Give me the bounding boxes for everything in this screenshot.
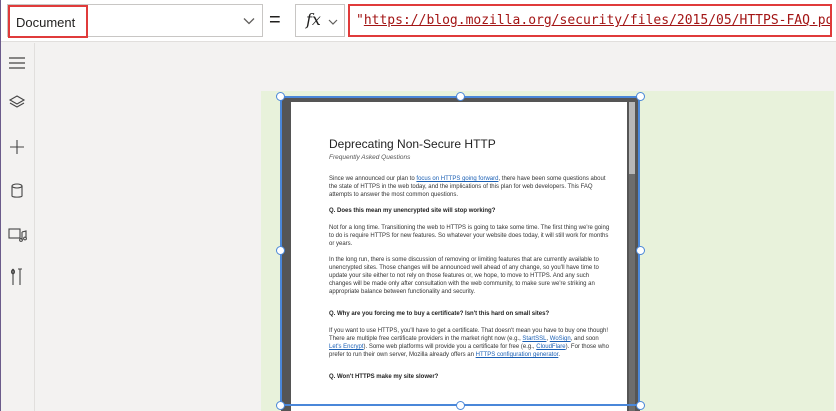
answer-1-p1: Not for a long time. Transitioning the w… [329,225,610,247]
fx-button[interactable]: fx [295,4,345,37]
document-subtitle: Frequently Asked Questions [329,154,411,161]
chevron-down-icon [243,18,255,25]
question-3: Q. Won't HTTPS make my site slower? [329,374,439,380]
resize-handle-left[interactable] [276,246,285,255]
question-1: Q. Does this mean my unencrypted site wi… [329,208,496,214]
cloudflare-link[interactable]: CloudFlare [536,344,565,350]
formula-bar: Document = fx "https://blog.mozilla.org/… [1,0,836,42]
pdf-scrollbar-thumb[interactable] [629,102,635,174]
pdf-page: Deprecating Non-Secure HTTP Frequently A… [291,102,627,411]
wosign-link[interactable]: WoSign [550,336,571,342]
resize-handle-bottom-right[interactable] [636,401,645,410]
focus-https-link[interactable]: focus on HTTPS going forward [416,176,498,182]
left-rail [1,43,35,411]
chevron-down-icon [328,19,338,25]
lets-encrypt-link[interactable]: Let's Encrypt [329,344,364,350]
question-2: Q. Why are you forcing me to buy a certi… [329,311,550,317]
layers-icon[interactable] [5,91,29,115]
formula-url: https://blog.mozilla.org/security/files/… [363,13,832,28]
fx-icon: fx [306,10,321,29]
answer-2-text-b: , and soon [570,336,599,342]
startssl-link[interactable]: StartSSL [522,336,546,342]
answer-1-p2: In the long run, there is some discussio… [329,257,599,295]
media-icon[interactable] [5,223,29,247]
data-icon[interactable] [5,179,29,203]
formula-open-quote: " [356,13,364,28]
resize-handle-bottom[interactable] [456,401,465,410]
tools-icon[interactable] [5,265,29,289]
plus-icon[interactable] [5,135,29,159]
answer-2-end: . [558,352,561,358]
canvas: Deprecating Non-Secure HTTP Frequently A… [36,43,836,411]
property-name: Document [8,5,88,38]
intro-paragraph: Since we announced our plan to focus on … [329,175,611,199]
resize-handle-top[interactable] [456,92,465,101]
pdf-viewer[interactable]: Deprecating Non-Secure HTTP Frequently A… [281,96,640,411]
equals-sign: = [269,9,281,31]
intro-text-a: Since we announced our plan to [329,176,417,182]
menu-icon[interactable] [5,51,29,75]
app-root: Document = fx "https://blog.mozilla.org/… [0,0,836,411]
answer-2-text-c: ). Some web platforms will provide you a… [363,344,537,350]
formula-input[interactable]: "https://blog.mozilla.org/security/files… [348,4,832,37]
resize-handle-bottom-left[interactable] [276,401,285,410]
resize-handle-right[interactable] [636,246,645,255]
resize-handle-top-right[interactable] [636,92,645,101]
document-title: Deprecating Non-Secure HTTP [329,137,496,151]
pdf-scrollbar[interactable] [629,102,635,411]
property-dropdown[interactable]: Document [7,4,263,38]
resize-handle-top-left[interactable] [276,92,285,101]
answer-2: If you want to use HTTPS, you'll have to… [329,327,611,359]
https-config-generator-link[interactable]: HTTPS configuration generator [476,352,559,358]
